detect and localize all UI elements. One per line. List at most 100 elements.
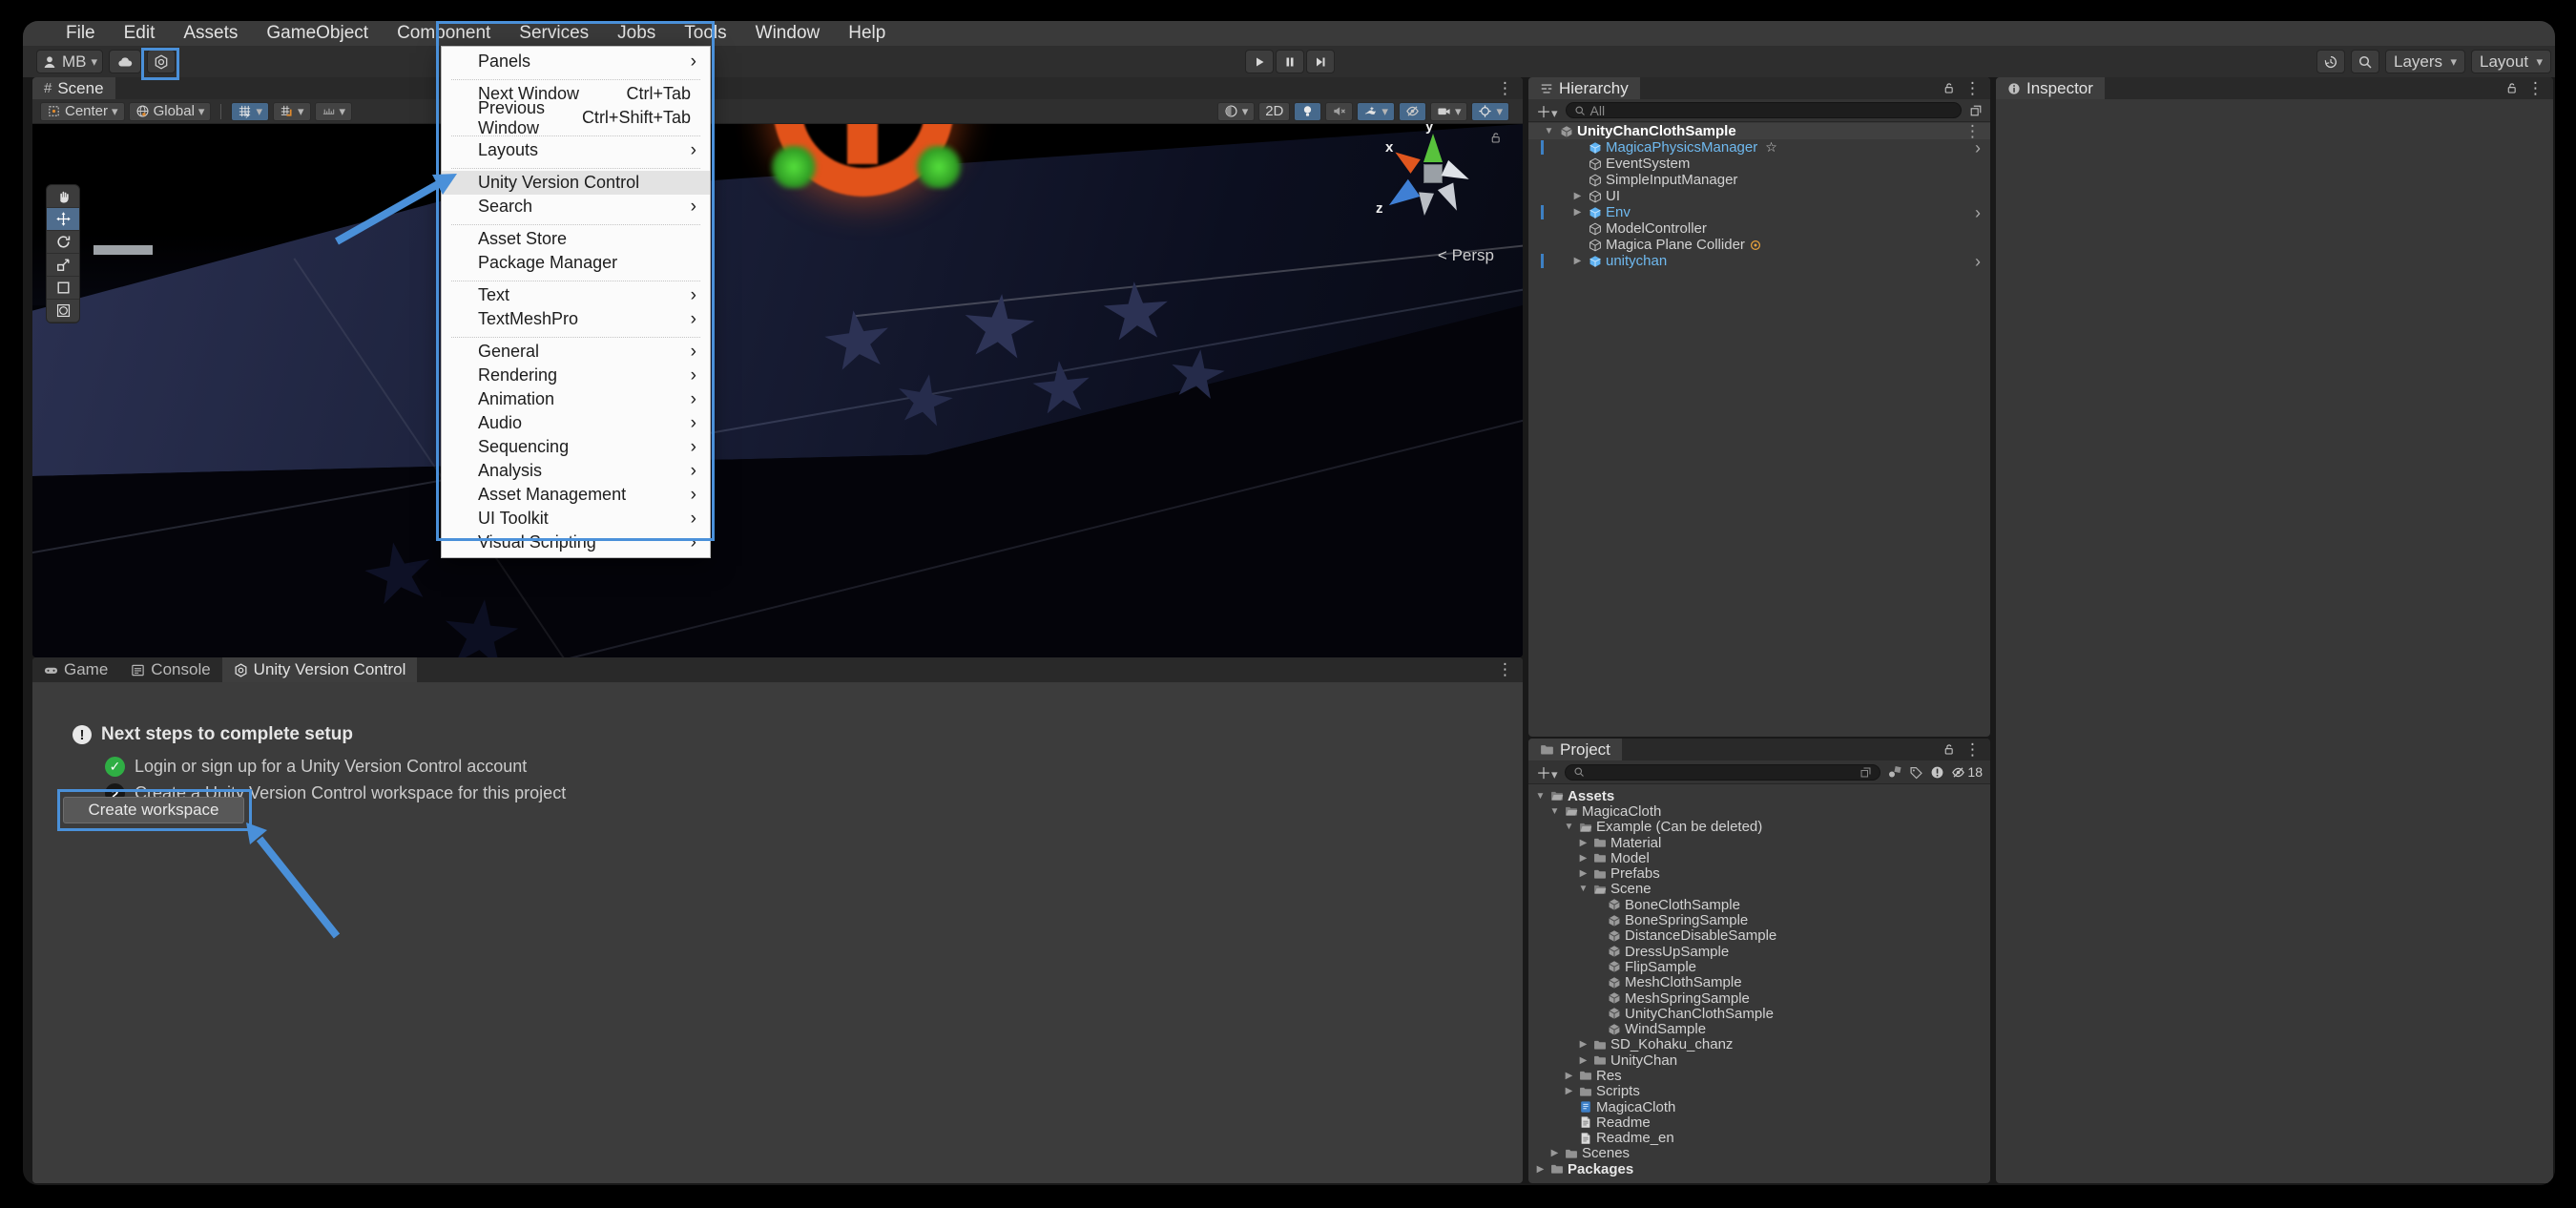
tab-scene[interactable]: # Scene <box>32 77 115 99</box>
window-menu-item-text[interactable]: Text › <box>442 283 710 307</box>
foldout-open-icon[interactable]: ▼ <box>1577 884 1589 894</box>
window-menu-item-visual-scripting[interactable]: Visual Scripting › <box>442 531 710 554</box>
tab-unity-version-control[interactable]: Unity Version Control <box>221 657 418 682</box>
window-menu-item-package-manager[interactable]: Package Manager <box>442 251 710 275</box>
project-row-material[interactable]: ▶ Material <box>1528 835 1990 851</box>
scene-tool-gizmo-target-icon-button[interactable]: ▾ <box>1471 101 1509 121</box>
lock-open-icon[interactable] <box>1942 82 1955 94</box>
scene-tool-snap-move-icon-button[interactable]: ▾ <box>272 101 311 121</box>
foldout-closed-icon[interactable]: ▶ <box>1570 256 1585 266</box>
project-row-prefabs[interactable]: ▶ Prefabs <box>1528 865 1990 882</box>
project-row-sd-kohaku-chanz[interactable]: ▶ SD_Kohaku_chanz <box>1528 1036 1990 1052</box>
layout-dropdown[interactable]: Layout ▾ <box>2471 50 2551 73</box>
lock-open-icon[interactable] <box>1942 743 1955 756</box>
rotate-tool-button[interactable] <box>47 231 79 254</box>
scene-tool-fx-icon-button[interactable]: ▾ <box>1357 101 1395 121</box>
project-row-model[interactable]: ▶ Model <box>1528 850 1990 866</box>
window-menu-item-asset-management[interactable]: Asset Management › <box>442 483 710 507</box>
scale-tool-button[interactable] <box>47 254 79 277</box>
gizmo-cone[interactable] <box>1416 192 1435 217</box>
foldout-closed-icon[interactable]: ▶ <box>1577 853 1589 864</box>
menubar-item-file[interactable]: File <box>52 21 110 46</box>
tab-console[interactable]: Console <box>119 657 221 682</box>
add-asset-button[interactable]: ＋▾ <box>1536 760 1558 783</box>
window-menu-item-sequencing[interactable]: Sequencing › <box>442 435 710 459</box>
gizmo-cone[interactable] <box>1437 182 1465 215</box>
scene-tool-globe-icon-button[interactable]: Global ▾ <box>128 101 212 121</box>
window-menu-item-unity-version-control[interactable]: Unity Version Control <box>442 171 710 195</box>
account-button[interactable]: MB ▾ <box>36 50 103 73</box>
menubar-item-gameobject[interactable]: GameObject <box>252 21 383 46</box>
window-menu-item-audio[interactable]: Audio › <box>442 411 710 435</box>
foldout-closed-icon[interactable]: ▶ <box>1563 1071 1575 1081</box>
hierarchy-row-modelcontroller[interactable]: ModelController <box>1528 220 1990 237</box>
project-row-example-can-be-deleted[interactable]: ▼ Example (Can be deleted) <box>1528 819 1990 835</box>
window-menu-item-analysis[interactable]: Analysis › <box>442 459 710 483</box>
project-row-boneclothsample[interactable]: BoneClothSample <box>1528 897 1990 913</box>
kebab-icon[interactable]: ⋮ <box>2527 79 2544 98</box>
project-row-distancedisablesample[interactable]: DistanceDisableSample <box>1528 927 1990 944</box>
menubar-item-jobs[interactable]: Jobs <box>603 21 670 46</box>
chevron-right-icon[interactable]: › <box>1975 204 1981 221</box>
project-search-input[interactable] <box>1564 763 1881 781</box>
project-row-unitychan[interactable]: ▶ UnityChan <box>1528 1052 1990 1069</box>
scene-tool-audio-muted-icon-button[interactable] <box>1325 101 1354 121</box>
add-gameobject-button[interactable]: ＋▾ <box>1536 99 1558 122</box>
hierarchy-row-env[interactable]: ▶ Env › <box>1528 204 1990 221</box>
menubar-item-tools[interactable]: Tools <box>670 21 740 46</box>
menubar-item-help[interactable]: Help <box>834 21 900 46</box>
project-row-flipsample[interactable]: FlipSample <box>1528 959 1990 975</box>
kebab-icon[interactable]: ⋮ <box>1497 79 1513 98</box>
hierarchy-row-unitychanclothsample[interactable]: ▼ UnityChanClothSample ⋮ <box>1528 123 1990 140</box>
window-menu-item-previous-window[interactable]: Previous Window Ctrl+Shift+Tab <box>442 98 710 137</box>
window-menu-item-asset-store[interactable]: Asset Store <box>442 227 710 251</box>
gizmo-cone[interactable] <box>1441 159 1473 188</box>
project-row-windsample[interactable]: WindSample <box>1528 1021 1990 1037</box>
scene-tool-camera-icon-button[interactable]: ▾ <box>1429 101 1468 121</box>
search-button[interactable] <box>2351 50 2379 73</box>
foldout-closed-icon[interactable]: ▶ <box>1563 1086 1575 1096</box>
hierarchy-row-eventsystem[interactable]: EventSystem <box>1528 156 1990 172</box>
scene-tool-render-sphere-icon-button[interactable]: ▾ <box>1216 101 1256 121</box>
project-row-bonespringsample[interactable]: BoneSpringSample <box>1528 912 1990 928</box>
scene-viewport[interactable]: y x z < Persp <box>32 124 1523 657</box>
project-row-scenes[interactable]: ▶ Scenes <box>1528 1145 1990 1161</box>
project-row-packages[interactable]: ▶ Packages <box>1528 1161 1990 1177</box>
step-button[interactable] <box>1306 50 1335 73</box>
hierarchy-row-simpleinputmanager[interactable]: SimpleInputManager <box>1528 172 1990 188</box>
move-tool-button[interactable] <box>47 208 79 231</box>
foldout-open-icon[interactable]: ▼ <box>1548 806 1561 817</box>
kebab-icon[interactable]: ⋮ <box>1964 79 1981 98</box>
tag-icon[interactable] <box>1909 765 1923 780</box>
play-button[interactable] <box>1245 50 1274 73</box>
kebab-icon[interactable]: ⋮ <box>1964 740 1981 760</box>
tab-game[interactable]: Game <box>32 657 119 682</box>
hand-tool-button[interactable] <box>47 185 79 208</box>
foldout-closed-icon[interactable]: ▶ <box>1577 838 1589 848</box>
tab-hierarchy[interactable]: Hierarchy <box>1528 77 1640 99</box>
menubar-item-component[interactable]: Component <box>383 21 505 46</box>
hidden-items-toggle[interactable]: 18 <box>1951 764 1983 780</box>
hierarchy-search-input[interactable]: All <box>1565 102 1962 118</box>
project-row-magicacloth[interactable]: MagicaCloth <box>1528 1099 1990 1115</box>
transform-tool-button[interactable] <box>47 300 79 323</box>
chevron-right-icon[interactable]: › <box>1975 253 1981 270</box>
hierarchy-row-ui[interactable]: ▶ UI <box>1528 188 1990 204</box>
project-row-assets[interactable]: ▼ Assets <box>1528 788 1990 804</box>
scene-tool-center-pivot-icon-button[interactable]: Center ▾ <box>40 101 125 121</box>
project-row-scripts[interactable]: ▶ Scripts <box>1528 1083 1990 1099</box>
scene-tool-eye-off-icon-button[interactable] <box>1398 101 1426 121</box>
lock-open-icon[interactable] <box>2505 82 2518 94</box>
create-workspace-button[interactable]: Create workspace <box>63 797 244 823</box>
gizmo-x-cone[interactable] <box>1390 145 1421 174</box>
project-row-meshclothsample[interactable]: MeshClothSample <box>1528 974 1990 990</box>
alert-icon[interactable] <box>1930 765 1944 780</box>
menubar-item-assets[interactable]: Assets <box>169 21 252 46</box>
window-menu-item-ui-toolkit[interactable]: UI Toolkit › <box>442 507 710 531</box>
menubar-item-window[interactable]: Window <box>741 21 835 46</box>
project-row-dressupsample[interactable]: DressUpSample <box>1528 944 1990 960</box>
open-new-icon[interactable] <box>1969 104 1983 117</box>
version-control-button[interactable] <box>147 50 176 73</box>
layers-dropdown[interactable]: Layers ▾ <box>2385 50 2465 73</box>
foldout-closed-icon[interactable]: ▶ <box>1577 868 1589 879</box>
